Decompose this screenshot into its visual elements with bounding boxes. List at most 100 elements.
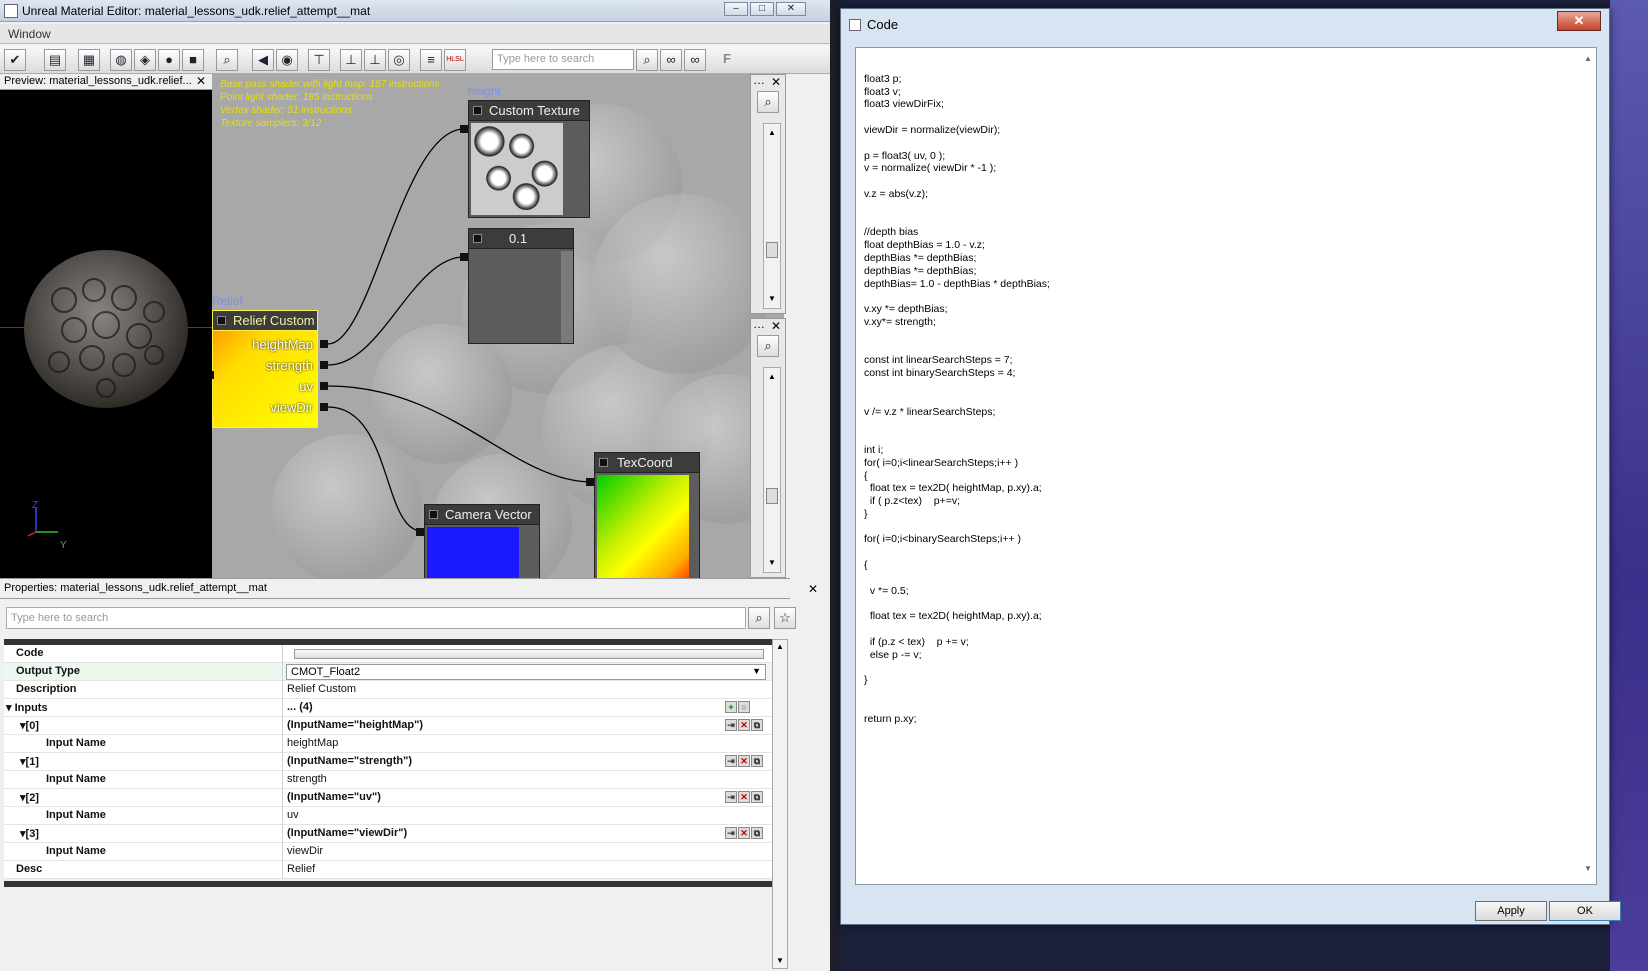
camera-vector-node[interactable]: Camera Vector xyxy=(424,504,540,578)
scroll-up-icon[interactable]: ▲ xyxy=(768,372,776,381)
prop-row-input-2-name[interactable]: Input Name uv xyxy=(4,807,772,825)
properties-header: Properties: material_lessons_udk.relief_… xyxy=(0,579,818,599)
binoculars-icon[interactable]: ∞ xyxy=(660,49,682,71)
search-icon[interactable]: ⌕ xyxy=(757,91,779,113)
eye-icon[interactable]: ◎ xyxy=(388,49,410,71)
scroll-thumb[interactable] xyxy=(766,488,778,504)
prop-row-code[interactable]: Code xyxy=(4,645,772,663)
output-pin[interactable] xyxy=(586,478,594,486)
zoom-icon[interactable]: ⌕ xyxy=(216,49,238,71)
node-preview-toggle[interactable] xyxy=(599,458,608,467)
close-icon[interactable]: ✕ xyxy=(771,320,781,332)
sphere-icon[interactable]: ● xyxy=(158,49,180,71)
output-type-select[interactable]: CMOT_Float2 ▼ xyxy=(286,664,766,680)
scrollbar[interactable]: ▲ ▼ xyxy=(763,367,781,573)
scroll-up-icon[interactable]: ▲ xyxy=(1584,54,1592,63)
close-icon[interactable]: ✕ xyxy=(771,76,781,88)
prop-row-input-3[interactable]: ▾[3] (InputName="viewDir") ⇥ ✕ ⧉ xyxy=(4,825,772,843)
node-title: TexCoord xyxy=(595,453,699,473)
editor-title: Unreal Material Editor: material_lessons… xyxy=(22,4,371,18)
element-action-icons[interactable]: ⇥ ✕ ⧉ xyxy=(724,719,766,733)
grid-icon[interactable]: ▦ xyxy=(78,49,100,71)
search-icon[interactable]: ⌕ xyxy=(748,607,770,629)
f-icon[interactable]: F xyxy=(716,49,738,71)
ok-button[interactable]: OK xyxy=(1549,901,1621,921)
check-icon[interactable]: ✔ xyxy=(4,49,26,71)
constant-node[interactable]: 0.1 xyxy=(468,228,574,344)
material-graph-canvas[interactable]: Base pass shader with light map: 187 ins… xyxy=(212,74,784,578)
toolbar-search-input[interactable]: Type here to search xyxy=(492,49,634,70)
custom-texture-node[interactable]: Custom Texture xyxy=(468,100,590,218)
scroll-up-icon[interactable]: ▲ xyxy=(768,128,776,137)
prop-row-input-0-name[interactable]: Input Name heightMap xyxy=(4,735,772,753)
layout-icon[interactable]: ▤ xyxy=(44,49,66,71)
dialog-close-button[interactable]: ✕ xyxy=(1557,11,1601,31)
input-pin[interactable] xyxy=(460,253,468,261)
code-text[interactable]: float3 p; float3 v; float3 viewDirFix; v… xyxy=(864,60,1564,725)
code-scrollbar[interactable]: ▲ ▼ xyxy=(1582,52,1594,878)
input-pin-viewdir[interactable] xyxy=(320,403,328,411)
search-icon[interactable]: ⌕ xyxy=(757,335,779,357)
connector-icon[interactable]: ⊤ xyxy=(308,49,330,71)
node-preview-toggle[interactable] xyxy=(429,510,438,519)
back-arrow-icon[interactable]: ◀ xyxy=(252,49,274,71)
minimize-button[interactable]: – xyxy=(724,2,748,16)
input-pin-strength[interactable] xyxy=(320,361,328,369)
menu-window[interactable]: Window xyxy=(8,27,51,41)
code-edit-button[interactable] xyxy=(294,649,764,659)
apply-button[interactable]: Apply xyxy=(1475,901,1547,921)
prop-row-desc[interactable]: Desc Relief xyxy=(4,861,772,879)
prop-row-output-type[interactable]: Output Type CMOT_Float2 ▼ xyxy=(4,663,772,681)
favorite-star-icon[interactable]: ☆ xyxy=(774,607,796,629)
close-button[interactable]: ✕ xyxy=(776,2,806,16)
close-icon[interactable]: ✕ xyxy=(808,583,818,595)
prop-row-input-2[interactable]: ▾[2] (InputName="uv") ⇥ ✕ ⧉ xyxy=(4,789,772,807)
node-preview-toggle[interactable] xyxy=(473,106,482,115)
prop-row-input-1[interactable]: ▾[1] (InputName="strength") ⇥ ✕ ⧉ xyxy=(4,753,772,771)
properties-search-input[interactable]: Type here to search xyxy=(6,607,746,629)
array-action-icons[interactable]: + ○ xyxy=(724,701,766,715)
plane-icon[interactable]: ■ xyxy=(182,49,204,71)
maximize-button[interactable]: □ xyxy=(750,2,774,16)
input-pin-uv[interactable] xyxy=(320,382,328,390)
code-editor[interactable]: float3 p; float3 v; float3 viewDirFix; v… xyxy=(855,47,1597,885)
output-pin[interactable] xyxy=(212,371,214,379)
cube-icon[interactable]: ◈ xyxy=(134,49,156,71)
globe-icon[interactable]: ◉ xyxy=(276,49,298,71)
scroll-down-icon[interactable]: ▼ xyxy=(1584,864,1592,873)
scroll-down-icon[interactable]: ▼ xyxy=(768,558,776,567)
cylinder-icon[interactable]: ◍ xyxy=(110,49,132,71)
element-action-icons[interactable]: ⇥ ✕ ⧉ xyxy=(724,791,766,805)
texcoord-node[interactable]: TexCoord xyxy=(594,452,700,578)
scroll-thumb[interactable] xyxy=(766,242,778,258)
text-icon[interactable]: ≡ xyxy=(420,49,442,71)
element-action-icons[interactable]: ⇥ ✕ ⧉ xyxy=(724,755,766,769)
scroll-down-icon[interactable]: ▼ xyxy=(776,956,784,965)
close-icon[interactable]: ✕ xyxy=(196,75,206,87)
prop-row-input-0[interactable]: ▾[0] (InputName="heightMap") ⇥ ✕ ⧉ xyxy=(4,717,772,735)
prop-row-input-3-name[interactable]: Input Name viewDir xyxy=(4,843,772,861)
prop-row-description[interactable]: Description Relief Custom xyxy=(4,681,772,699)
tree-alt-icon[interactable]: ⊥ xyxy=(364,49,386,71)
prop-row-inputs[interactable]: ▾ Inputs ... (4) + ○ xyxy=(4,699,772,717)
element-action-icons[interactable]: ⇥ ✕ ⧉ xyxy=(724,827,766,841)
input-pin-heightmap[interactable] xyxy=(320,340,328,348)
panel-menu-icon[interactable]: … xyxy=(753,317,765,331)
properties-scrollbar[interactable]: ▲ ▼ xyxy=(772,639,788,969)
scroll-down-icon[interactable]: ▼ xyxy=(768,294,776,303)
node-preview-toggle[interactable] xyxy=(473,234,482,243)
delete-icon: ✕ xyxy=(738,719,750,731)
scroll-up-icon[interactable]: ▲ xyxy=(776,642,784,651)
preview-sphere[interactable] xyxy=(24,250,188,408)
prop-row-input-1-name[interactable]: Input Name strength xyxy=(4,771,772,789)
hlsl-icon[interactable]: HLSL xyxy=(444,49,466,71)
scrollbar[interactable]: ▲ ▼ xyxy=(763,123,781,309)
node-preview-toggle[interactable] xyxy=(217,316,226,325)
search-icon[interactable]: ⌕ xyxy=(636,49,658,71)
binoculars-next-icon[interactable]: ∞ xyxy=(684,49,706,71)
panel-menu-icon[interactable]: … xyxy=(753,73,765,87)
tree-icon[interactable]: ⊥ xyxy=(340,49,362,71)
relief-custom-node[interactable]: Relief Custom heightMap strength uv view… xyxy=(212,310,318,428)
input-pin[interactable] xyxy=(460,125,468,133)
output-pin[interactable] xyxy=(416,528,424,536)
